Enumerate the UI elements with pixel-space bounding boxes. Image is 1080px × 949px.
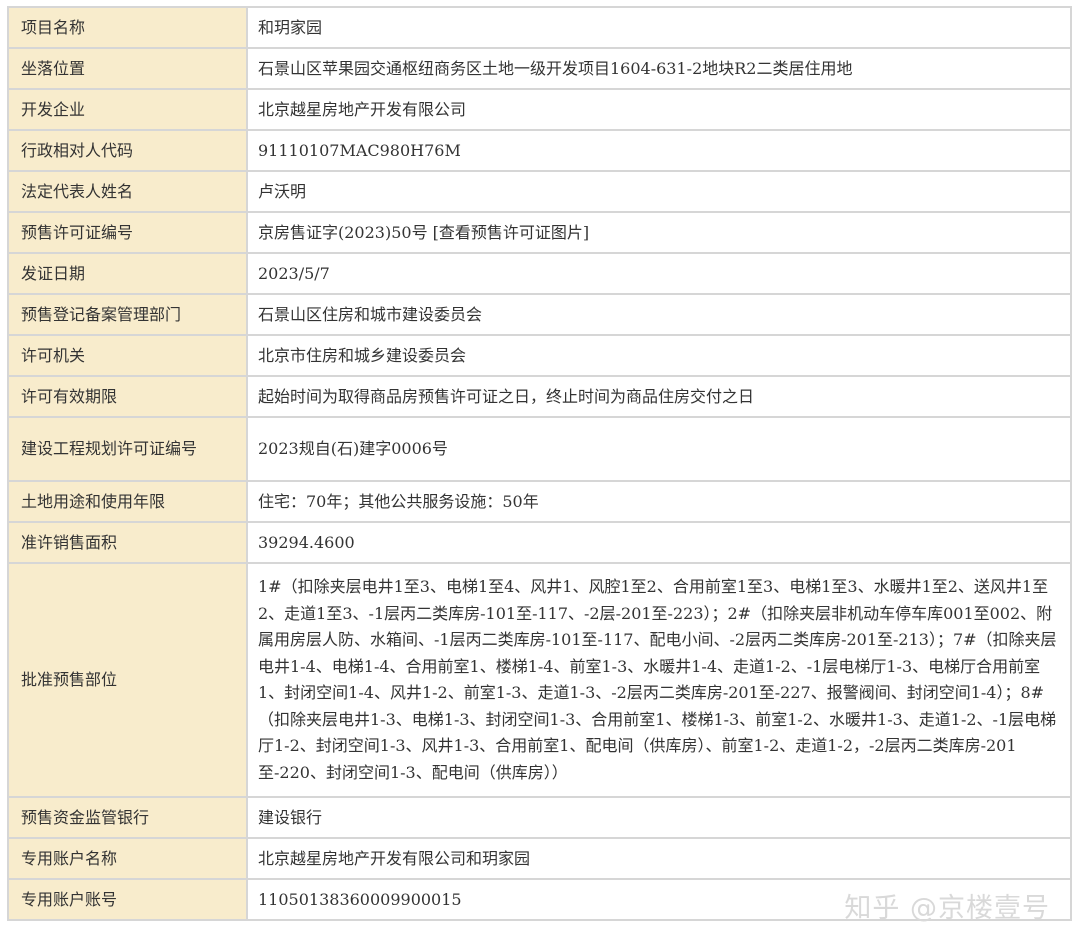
row-land-use: 土地用途和使用年限 住宅：70年；其他公共服务设施：50年 xyxy=(7,480,1072,523)
row-filing-dept: 预售登记备案管理部门 石景山区住房和城市建设委员会 xyxy=(7,293,1072,336)
value-land-use: 住宅：70年；其他公共服务设施：50年 xyxy=(246,480,1072,523)
row-supervising-bank: 预售资金监管银行 建设银行 xyxy=(7,796,1072,839)
row-permit-number: 预售许可证编号 京房售证字(2023)50号 [查看预售许可证图片] xyxy=(7,211,1072,254)
label-account-name: 专用账户名称 xyxy=(7,837,248,880)
value-account-name: 北京越星房地产开发有限公司和玥家园 xyxy=(246,837,1072,880)
row-project-name: 项目名称 和玥家园 xyxy=(7,6,1072,49)
value-issue-date: 2023/5/7 xyxy=(246,252,1072,295)
label-credit-code: 行政相对人代码 xyxy=(7,129,248,172)
label-project-name: 项目名称 xyxy=(7,6,248,49)
value-account-number: 11050138360009900015 xyxy=(246,878,1072,921)
value-supervising-bank: 建设银行 xyxy=(246,796,1072,839)
label-account-number: 专用账户账号 xyxy=(7,878,248,921)
row-authority: 许可机关 北京市住房和城乡建设委员会 xyxy=(7,334,1072,377)
value-developer: 北京越星房地产开发有限公司 xyxy=(246,88,1072,131)
row-legal-rep: 法定代表人姓名 卢沃明 xyxy=(7,170,1072,213)
row-issue-date: 发证日期 2023/5/7 xyxy=(7,252,1072,295)
value-project-name: 和玥家园 xyxy=(246,6,1072,49)
row-developer: 开发企业 北京越星房地产开发有限公司 xyxy=(7,88,1072,131)
row-approved-parts: 批准预售部位 1#（扣除夹层电井1至3、电梯1至4、风井1、风腔1至2、合用前室… xyxy=(7,562,1072,798)
value-authority: 北京市住房和城乡建设委员会 xyxy=(246,334,1072,377)
row-validity: 许可有效期限 起始时间为取得商品房预售许可证之日，终止时间为商品住房交付之日 xyxy=(7,375,1072,418)
label-supervising-bank: 预售资金监管银行 xyxy=(7,796,248,839)
label-filing-dept: 预售登记备案管理部门 xyxy=(7,293,248,336)
label-planning-permit: 建设工程规划许可证编号 xyxy=(7,416,248,482)
row-credit-code: 行政相对人代码 91110107MAC980H76M xyxy=(7,129,1072,172)
row-sale-area: 准许销售面积 39294.4600 xyxy=(7,521,1072,564)
value-approved-parts: 1#（扣除夹层电井1至3、电梯1至4、风井1、风腔1至2、合用前室1至3、电梯1… xyxy=(246,562,1072,798)
label-land-use: 土地用途和使用年限 xyxy=(7,480,248,523)
label-validity: 许可有效期限 xyxy=(7,375,248,418)
presale-permit-table: 项目名称 和玥家园 坐落位置 石景山区苹果园交通枢纽商务区土地一级开发项目160… xyxy=(7,6,1072,921)
label-developer: 开发企业 xyxy=(7,88,248,131)
label-location: 坐落位置 xyxy=(7,47,248,90)
value-validity: 起始时间为取得商品房预售许可证之日，终止时间为商品住房交付之日 xyxy=(246,375,1072,418)
value-credit-code: 91110107MAC980H76M xyxy=(246,129,1072,172)
row-location: 坐落位置 石景山区苹果园交通枢纽商务区土地一级开发项目1604-631-2地块R… xyxy=(7,47,1072,90)
label-sale-area: 准许销售面积 xyxy=(7,521,248,564)
label-issue-date: 发证日期 xyxy=(7,252,248,295)
value-sale-area: 39294.4600 xyxy=(246,521,1072,564)
value-legal-rep: 卢沃明 xyxy=(246,170,1072,213)
value-location: 石景山区苹果园交通枢纽商务区土地一级开发项目1604-631-2地块R2二类居住… xyxy=(246,47,1072,90)
label-authority: 许可机关 xyxy=(7,334,248,377)
value-planning-permit: 2023规自(石)建字0006号 xyxy=(246,416,1072,482)
value-permit-number[interactable]: 京房售证字(2023)50号 [查看预售许可证图片] xyxy=(246,211,1072,254)
row-account-number: 专用账户账号 11050138360009900015 xyxy=(7,878,1072,921)
value-filing-dept: 石景山区住房和城市建设委员会 xyxy=(246,293,1072,336)
row-account-name: 专用账户名称 北京越星房地产开发有限公司和玥家园 xyxy=(7,837,1072,880)
row-planning-permit: 建设工程规划许可证编号 2023规自(石)建字0006号 xyxy=(7,416,1072,482)
label-legal-rep: 法定代表人姓名 xyxy=(7,170,248,213)
label-permit-number: 预售许可证编号 xyxy=(7,211,248,254)
label-approved-parts: 批准预售部位 xyxy=(7,562,248,798)
